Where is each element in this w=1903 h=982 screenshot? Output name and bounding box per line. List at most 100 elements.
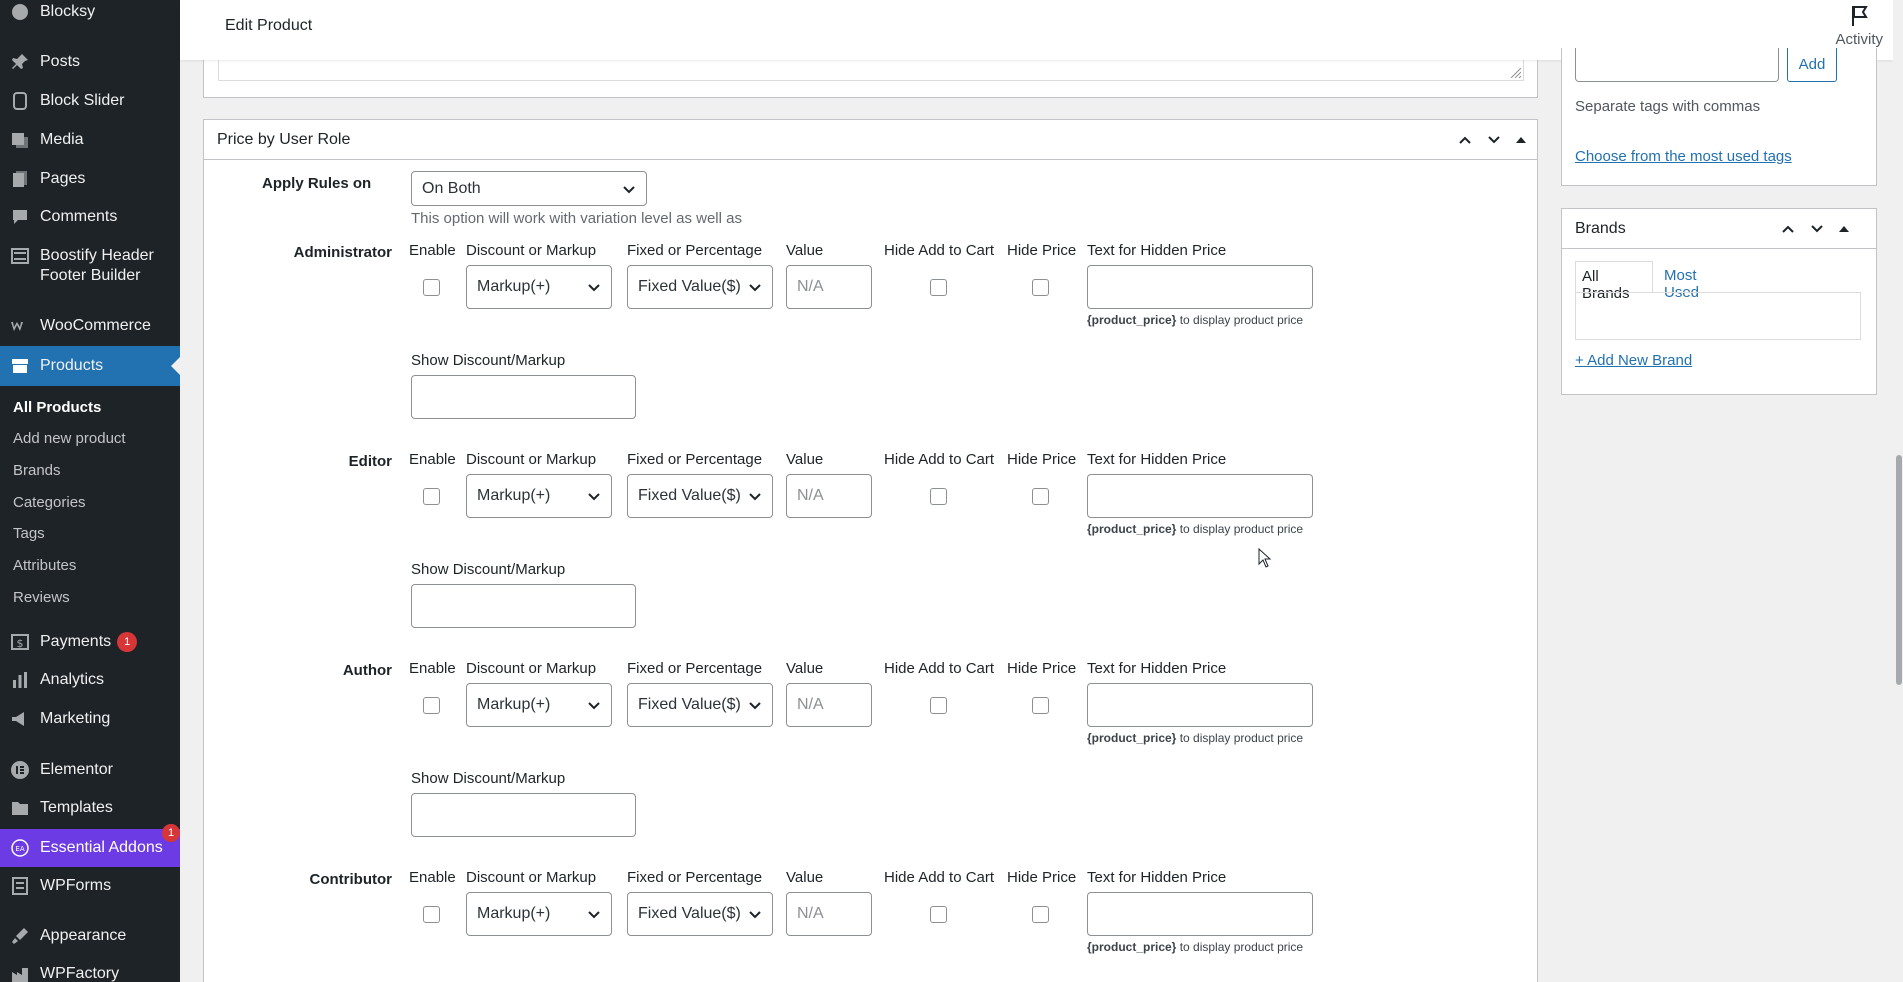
column-header-discount: Discount or Markup: [466, 242, 597, 259]
wpfactory-icon: [10, 964, 30, 982]
value-input[interactable]: N/A: [786, 474, 872, 518]
fixed-percentage-select[interactable]: Fixed Value($): [627, 683, 773, 727]
blocksy-icon: [10, 2, 30, 22]
resize-handle-icon[interactable]: [1511, 68, 1521, 78]
apply-rules-value: On Both: [422, 179, 481, 197]
menu-label: Blocksy: [40, 3, 96, 20]
hide-price-checkbox[interactable]: [1032, 279, 1049, 296]
fixed-percentage-select[interactable]: Fixed Value($): [627, 474, 773, 518]
column-header-discount: Discount or Markup: [466, 451, 597, 468]
show-discount-input[interactable]: [411, 793, 636, 837]
menu-item-wpforms[interactable]: WPForms: [0, 876, 180, 896]
menu-label: Essential Addons: [40, 839, 163, 856]
add-new-brand-link[interactable]: + Add New Brand: [1575, 352, 1692, 369]
value-input[interactable]: N/A: [786, 683, 872, 727]
menu-item-marketing[interactable]: Marketing: [0, 709, 180, 729]
pin-icon: [10, 52, 30, 72]
hide-add-to-cart-checkbox[interactable]: [930, 697, 947, 714]
enable-checkbox[interactable]: [423, 906, 440, 923]
menu-label: Payments: [40, 633, 112, 650]
menu-item-pages[interactable]: Pages: [0, 169, 180, 189]
hide-price-checkbox[interactable]: [1032, 906, 1049, 923]
submenu-reviews[interactable]: Reviews: [13, 589, 70, 606]
hint-token: {product_price}: [1087, 731, 1177, 745]
move-up-icon[interactable]: [1778, 219, 1798, 239]
apply-rules-select[interactable]: On Both: [411, 171, 647, 206]
menu-item-templates[interactable]: Templates: [0, 798, 180, 818]
menu-item-block-slider[interactable]: Block Slider: [0, 91, 180, 111]
submenu-add-new-product[interactable]: Add new product: [13, 430, 126, 447]
value-input[interactable]: N/A: [786, 892, 872, 936]
hide-add-to-cart-checkbox[interactable]: [930, 488, 947, 505]
products-icon: [10, 356, 30, 376]
add-tag-button[interactable]: Add: [1787, 48, 1837, 82]
menu-label: Appearance: [40, 927, 127, 944]
menu-item-woocommerce[interactable]: WooCommerce: [0, 316, 180, 336]
show-discount-label: Show Discount/Markup: [411, 770, 566, 787]
column-header-value: Value: [786, 451, 824, 468]
move-up-icon[interactable]: [1455, 130, 1475, 150]
menu-item-posts[interactable]: Posts: [0, 52, 180, 72]
box-header: Price by User Role: [204, 120, 1537, 160]
tag-input[interactable]: [1575, 48, 1779, 82]
fixed-percentage-select[interactable]: Fixed Value($): [627, 892, 773, 936]
submenu-tags[interactable]: Tags: [13, 525, 45, 542]
brands-box: Brands All Brands Most Used + Add New Br…: [1561, 208, 1877, 395]
hidden-price-text-input[interactable]: [1087, 683, 1313, 727]
toggle-panel-icon[interactable]: [1834, 219, 1854, 239]
fixed-percentage-select[interactable]: Fixed Value($): [627, 265, 773, 309]
tab-most-used[interactable]: Most Used: [1658, 261, 1705, 301]
menu-item-elementor[interactable]: Elementor: [0, 760, 180, 780]
move-down-icon[interactable]: [1484, 130, 1504, 150]
menu-item-essential-addons[interactable]: EA Essential Addons 1: [0, 824, 180, 867]
hide-price-checkbox[interactable]: [1032, 697, 1049, 714]
move-down-icon[interactable]: [1807, 219, 1827, 239]
hidden-price-text-input[interactable]: [1087, 892, 1313, 936]
menu-label: Posts: [40, 53, 81, 70]
hide-add-to-cart-checkbox[interactable]: [930, 906, 947, 923]
menu-item-comments[interactable]: Comments: [0, 207, 180, 227]
activity-label: Activity: [1835, 31, 1883, 48]
submenu-categories[interactable]: Categories: [13, 494, 86, 511]
hide-price-checkbox[interactable]: [1032, 488, 1049, 505]
show-discount-input[interactable]: [411, 375, 636, 419]
tab-all-brands[interactable]: All Brands: [1575, 261, 1653, 302]
discount-markup-select[interactable]: Markup(+): [466, 683, 612, 727]
value-input[interactable]: N/A: [786, 265, 872, 309]
page-scrollbar[interactable]: [1893, 0, 1903, 982]
discount-markup-select[interactable]: Markup(+): [466, 265, 612, 309]
column-header-value: Value: [786, 869, 824, 886]
menu-item-boostify[interactable]: Boostify Header Footer Builder: [0, 246, 180, 286]
menu-item-payments[interactable]: $ Payments 1: [0, 632, 180, 652]
menu-item-wpfactory[interactable]: WPFactory: [0, 964, 180, 982]
hidden-price-text-input[interactable]: [1087, 265, 1313, 309]
menu-item-analytics[interactable]: Analytics: [0, 670, 180, 690]
toggle-panel-icon[interactable]: [1511, 130, 1531, 150]
activity-button[interactable]: Activity: [1835, 4, 1883, 48]
submenu-brands[interactable]: Brands: [13, 462, 61, 479]
submenu-attributes[interactable]: Attributes: [13, 557, 76, 574]
menu-item-blocksy[interactable]: Blocksy: [0, 2, 180, 22]
menu-item-products[interactable]: Products: [0, 346, 180, 386]
enable-checkbox[interactable]: [423, 697, 440, 714]
scroll-thumb[interactable]: [1896, 455, 1902, 685]
most-used-tags-link[interactable]: Choose from the most used tags: [1575, 148, 1792, 165]
appearance-icon: [10, 926, 30, 946]
discount-markup-select[interactable]: Markup(+): [466, 892, 612, 936]
hide-add-to-cart-checkbox[interactable]: [930, 279, 947, 296]
chevron-down-icon: [587, 907, 601, 921]
active-indicator: [171, 357, 180, 375]
svg-text:EA: EA: [15, 845, 24, 853]
discount-markup-select[interactable]: Markup(+): [466, 474, 612, 518]
submenu-all-products[interactable]: All Products: [13, 399, 101, 416]
role-label: Author: [342, 662, 392, 679]
menu-item-media[interactable]: Media: [0, 130, 180, 150]
menu-item-appearance[interactable]: Appearance: [0, 926, 180, 946]
enable-checkbox[interactable]: [423, 488, 440, 505]
show-discount-input[interactable]: [411, 584, 636, 628]
value-placeholder: N/A: [797, 278, 824, 295]
column-header-enable: Enable: [409, 869, 456, 886]
enable-checkbox[interactable]: [423, 279, 440, 296]
hidden-price-text-input[interactable]: [1087, 474, 1313, 518]
templates-icon: [10, 798, 30, 818]
